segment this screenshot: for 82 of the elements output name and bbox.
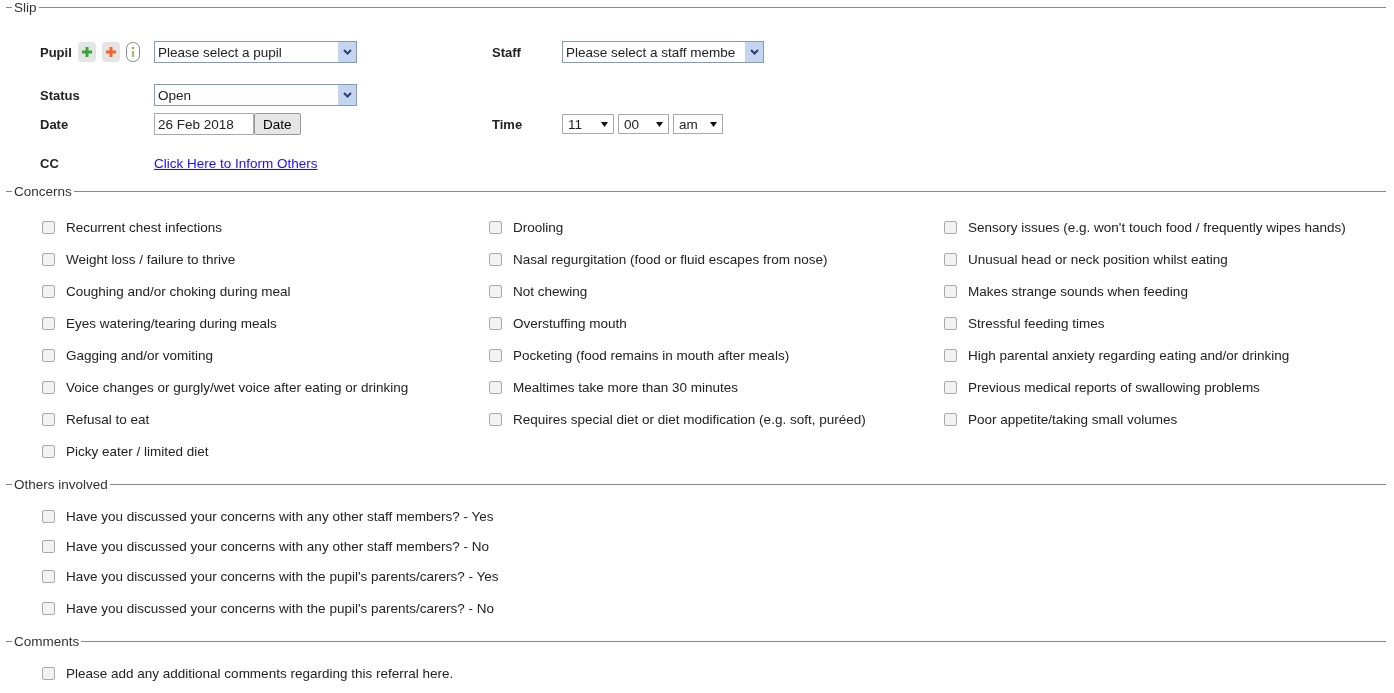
info-icon[interactable] (125, 42, 140, 62)
checkbox-label: Picky eater / limited diet (66, 443, 209, 459)
field-label: Status (40, 87, 81, 103)
field-label: Staff (492, 44, 522, 60)
checkbox[interactable] (42, 348, 55, 362)
checkbox[interactable] (489, 412, 502, 426)
checkbox[interactable] (489, 316, 502, 330)
checkbox-label: Requires special diet or diet modification (e.g. soft, puréed) (513, 411, 866, 427)
checkbox[interactable] (944, 284, 957, 298)
checkbox[interactable] (944, 380, 957, 394)
caret-icon (749, 49, 759, 55)
checkbox-label: Refusal to eat (66, 411, 150, 427)
checkbox-label: Gagging and/or vomiting (66, 347, 214, 363)
checkbox-label: Overstuffing mouth (513, 315, 627, 331)
inform-others-link[interactable]: Click Here to Inform Others (154, 155, 318, 171)
caret-icon (601, 121, 608, 127)
checkbox[interactable] (489, 284, 502, 298)
checkbox[interactable] (489, 252, 502, 266)
caret-icon (710, 121, 717, 127)
plus-icon[interactable] (101, 42, 120, 62)
field-label: Pupil (40, 44, 72, 60)
caret-icon (342, 92, 352, 98)
checkbox-label: Have you discussed your concerns with the pupil's parents/carers? - Yes (66, 568, 499, 584)
checkbox[interactable] (489, 220, 502, 234)
checkbox[interactable] (489, 380, 502, 394)
checkbox[interactable] (42, 252, 55, 266)
date-button[interactable]: Date (254, 113, 301, 135)
checkbox[interactable] (42, 412, 55, 426)
checkbox[interactable] (42, 284, 55, 298)
checkbox[interactable] (489, 348, 502, 362)
checkbox-label: Eyes watering/tearing during meals (66, 315, 277, 331)
checkbox[interactable] (42, 601, 55, 615)
checkbox-label: Weight loss / failure to thrive (66, 251, 236, 267)
checkbox[interactable] (42, 539, 55, 553)
checkbox-label: Poor appetite/taking small volumes (968, 411, 1178, 427)
checkbox[interactable] (944, 220, 957, 234)
checkbox[interactable] (42, 569, 55, 583)
section-legend: Others involved (12, 477, 110, 492)
checkbox-label: Have you discussed your concerns with any other staff members? - No (66, 538, 489, 554)
period-select[interactable]: am (673, 114, 723, 134)
pupil-select[interactable]: Please select a pupil (154, 41, 357, 63)
caret-icon (342, 49, 352, 55)
staff-select[interactable]: Please select a staff membe (562, 41, 764, 63)
checkbox-label: Sensory issues (e.g. won't touch food / frequently wipes hands) (968, 219, 1346, 235)
checkbox-label: Stressful feeding times (968, 315, 1105, 331)
checkbox[interactable] (42, 666, 55, 680)
checkbox[interactable] (944, 316, 957, 330)
section-legend: Comments (12, 634, 82, 649)
checkbox-label: Unusual head or neck position whilst eating (968, 251, 1228, 267)
date-field[interactable]: 26 Feb 2018 (154, 113, 254, 135)
checkbox-label: Not chewing (513, 283, 588, 299)
checkbox-label: Have you discussed your concerns with any other staff members? - Yes (66, 508, 494, 524)
plus-icon[interactable] (77, 42, 96, 62)
checkbox[interactable] (42, 220, 55, 234)
checkbox[interactable] (944, 348, 957, 362)
field-label: Time (492, 116, 524, 132)
checkbox[interactable] (42, 444, 55, 458)
caret-icon (656, 121, 663, 127)
hour-select[interactable]: 11 (562, 114, 614, 134)
section-legend: Slip (12, 0, 39, 15)
checkbox-label: Voice changes or gurgly/wet voice after eating or drinking (66, 379, 409, 395)
checkbox-label: Coughing and/or choking during meal (66, 283, 291, 299)
checkbox-label: Makes strange sounds when feeding (968, 283, 1188, 299)
status-select[interactable]: Open (154, 84, 357, 106)
checkbox-label: Nasal regurgitation (food or fluid escapes from nose) (513, 251, 828, 267)
checkbox[interactable] (42, 509, 55, 523)
checkbox-label: Drooling (513, 219, 564, 235)
checkbox[interactable] (944, 412, 957, 426)
checkbox[interactable] (42, 316, 55, 330)
checkbox-label: High parental anxiety regarding eating and/or drinking (968, 347, 1290, 363)
section-legend: Concerns (12, 184, 74, 199)
checkbox-label: Mealtimes take more than 30 minutes (513, 379, 739, 395)
checkbox[interactable] (42, 380, 55, 394)
checkbox-label: Have you discussed your concerns with the pupil's parents/carers? - No (66, 600, 495, 616)
checkbox-label: Previous medical reports of swallowing problems (968, 379, 1260, 395)
checkbox[interactable] (944, 252, 957, 266)
field-label: CC (40, 155, 60, 171)
checkbox-label: Recurrent chest infections (66, 219, 223, 235)
checkbox-label: Pocketing (food remains in mouth after meals) (513, 347, 790, 363)
checkbox-label: Please add any additional comments regarding this referral here. (66, 665, 454, 681)
minute-select[interactable]: 00 (618, 114, 669, 134)
field-label: Date (40, 116, 70, 132)
